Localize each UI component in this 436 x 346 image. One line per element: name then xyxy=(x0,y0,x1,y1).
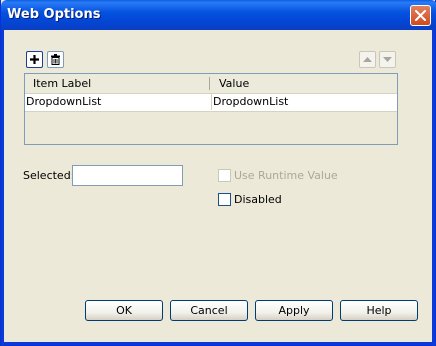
window-frame-right xyxy=(432,30,435,346)
column-divider[interactable] xyxy=(209,77,210,90)
cancel-button[interactable]: Cancel xyxy=(170,300,248,321)
title-bar[interactable]: Web Options xyxy=(1,0,436,30)
window-frame-bottom xyxy=(1,342,436,345)
selected-input[interactable] xyxy=(72,165,183,186)
delete-item-button[interactable] xyxy=(47,51,64,68)
options-table: Item Label Value DropdownList DropdownLi… xyxy=(24,73,398,145)
ok-button[interactable]: OK xyxy=(85,300,163,321)
move-up-button[interactable] xyxy=(359,51,376,68)
close-button[interactable] xyxy=(410,5,431,26)
apply-button[interactable]: Apply xyxy=(255,300,333,321)
use-runtime-value-checkbox[interactable] xyxy=(218,169,231,182)
value-cell[interactable]: DropdownList xyxy=(211,94,397,110)
table-header: Item Label Value xyxy=(25,74,397,94)
web-options-dialog: Web Options Item Label Value DropdownLis… xyxy=(0,0,436,346)
move-down-button[interactable] xyxy=(379,51,396,68)
disabled-label: Disabled xyxy=(234,193,282,206)
item-label-cell[interactable]: DropdownList xyxy=(25,94,211,110)
window-frame-left xyxy=(1,30,4,346)
selected-label: Selected: xyxy=(23,169,75,182)
disabled-checkbox[interactable] xyxy=(218,193,231,206)
add-item-button[interactable] xyxy=(26,51,43,68)
help-button[interactable]: Help xyxy=(340,300,418,321)
column-header-item-label[interactable]: Item Label xyxy=(33,77,91,90)
use-runtime-value-label: Use Runtime Value xyxy=(234,169,338,182)
table-row[interactable]: DropdownList DropdownList xyxy=(25,94,397,112)
dialog-title: Web Options xyxy=(7,7,101,22)
column-header-value[interactable]: Value xyxy=(219,77,249,90)
